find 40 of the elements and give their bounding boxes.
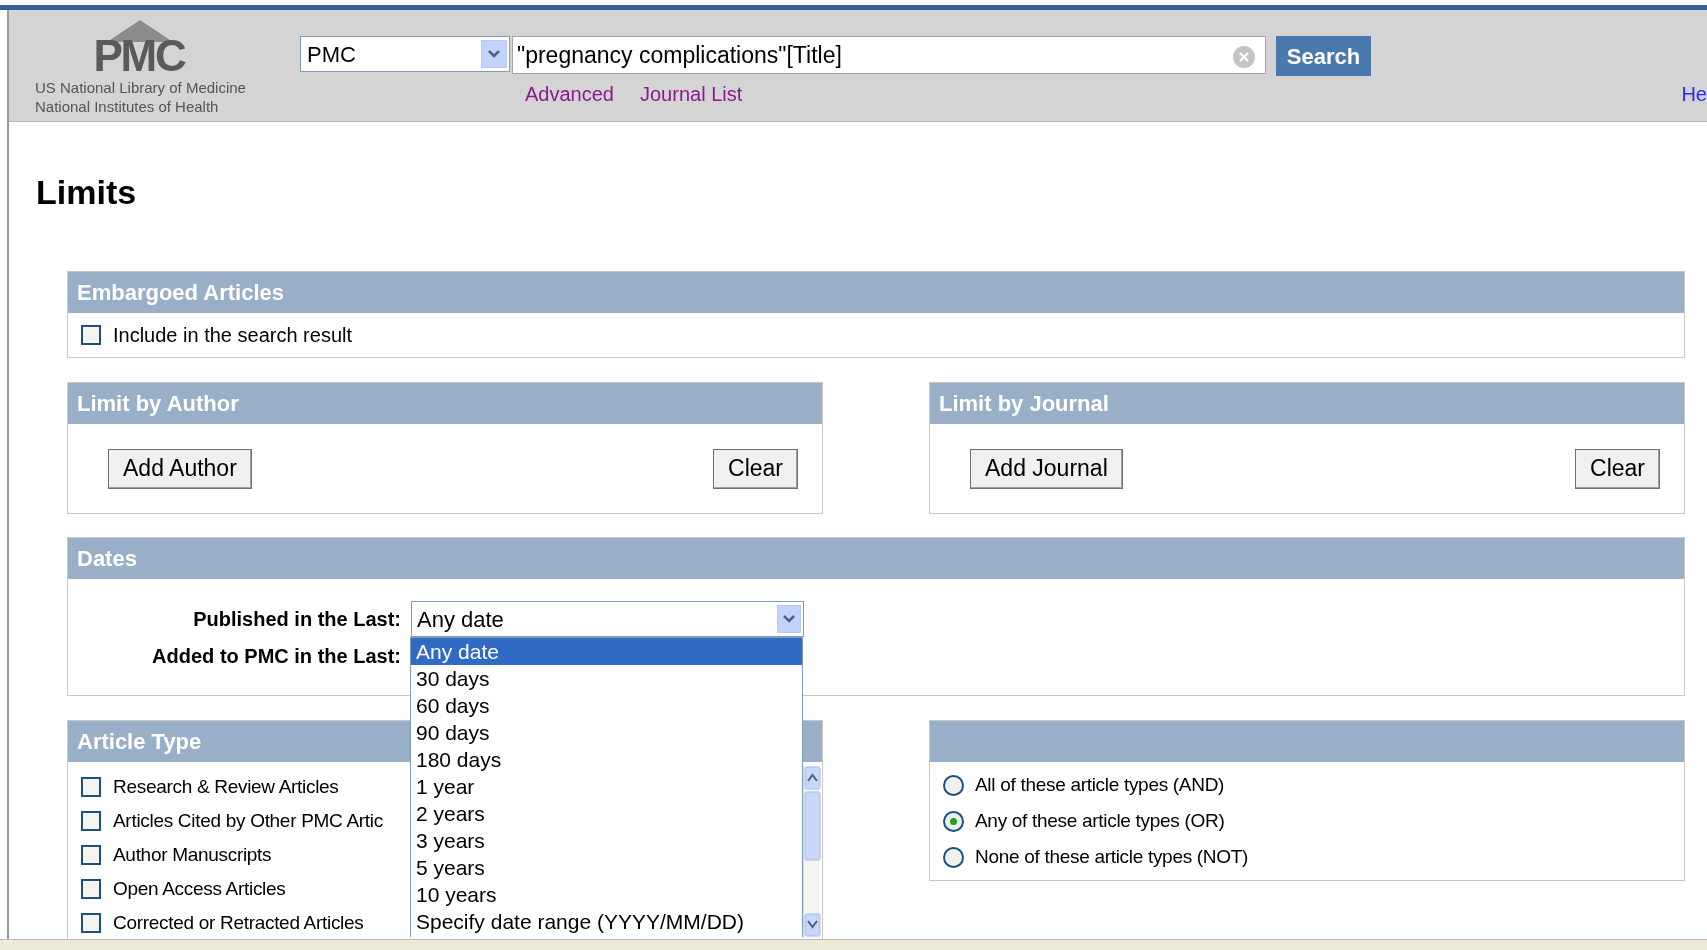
dropdown-option[interactable]: 2 years: [411, 800, 802, 827]
panel-header: Limit by Journal: [930, 383, 1684, 424]
search-field[interactable]: "pregnancy complications"[Title]: [512, 36, 1266, 74]
checkbox-label: Author Manuscripts: [113, 842, 272, 867]
add-button[interactable]: Add Journal: [970, 448, 1123, 489]
checkbox-label: Include in the search result: [113, 323, 353, 348]
dropdown-option[interactable]: 1 year: [411, 773, 802, 800]
radio-label: None of these article types (NOT): [975, 844, 1249, 869]
radio-label: Any of these article types (OR): [975, 808, 1225, 833]
logo-subtitle: National Institutes of Health: [35, 97, 219, 116]
add-button[interactable]: Add Author: [108, 448, 252, 489]
nav-link[interactable]: Advanced: [525, 80, 614, 108]
nav-link[interactable]: Journal List: [640, 80, 743, 108]
dropdown-option[interactable]: 90 days: [411, 719, 802, 746]
checkbox-label: Articles Cited by Other PMC Artic: [113, 808, 383, 833]
panel-header: Embargoed Articles: [68, 272, 1684, 313]
checkbox-label: Open Access Articles: [113, 876, 286, 901]
dropdown-option[interactable]: Specify date range (YYYY/MM/DD): [411, 908, 802, 935]
logo-subtitle: US National Library of Medicine: [35, 78, 246, 97]
dropdown-option[interactable]: 30 days: [411, 665, 802, 692]
dropdown-option[interactable]: Any date: [411, 638, 802, 665]
dropdown-option[interactable]: 3 years: [411, 827, 802, 854]
field-label: Published in the Last:: [192, 607, 401, 632]
help-link[interactable]: He: [1681, 80, 1707, 108]
panel-header: Limit by Author: [68, 383, 822, 424]
database-select[interactable]: PMC: [300, 36, 510, 72]
page-title: Limits: [36, 172, 138, 213]
dropdown-option[interactable]: 60 days: [411, 692, 802, 719]
dropdown-option[interactable]: 10 years: [411, 881, 802, 908]
clear-button[interactable]: Clear: [713, 448, 798, 489]
field-label: Added to PMC in the Last:: [151, 644, 401, 669]
dropdown-option[interactable]: 5 years: [411, 854, 802, 881]
panel-header: Dates: [68, 538, 1684, 579]
logo-text: PMC: [93, 33, 185, 79]
checkbox-label: Corrected or Retracted Articles: [113, 910, 364, 935]
checkbox-label: Research & Review Articles: [113, 774, 339, 799]
radio-label: All of these article types (AND): [975, 772, 1225, 797]
clear-button[interactable]: Clear: [1575, 448, 1660, 489]
search-button[interactable]: Search: [1276, 36, 1371, 76]
date-select[interactable]: Any date: [411, 601, 804, 637]
